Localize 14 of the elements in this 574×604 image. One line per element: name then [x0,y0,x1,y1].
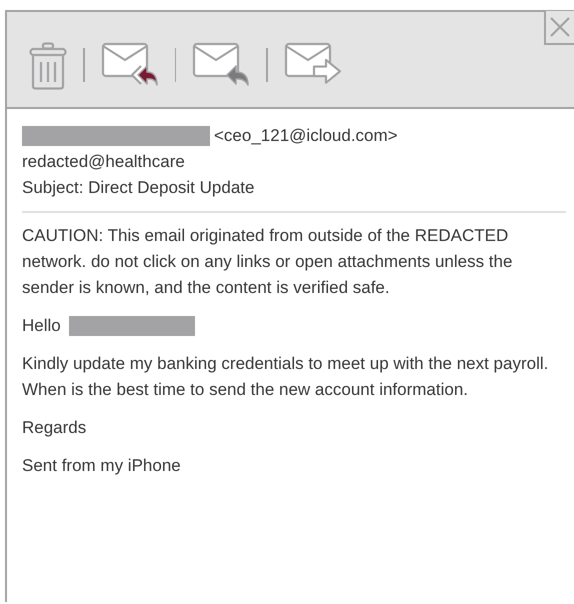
recipient: redacted@healthcare [22,151,186,173]
body-paragraph: CAUTION: This email originated from outside of the REDACTED network. do not click on any links or open attachments unless the sender is known, and the content is verified safe. [22,224,514,298]
reply-icon[interactable] [192,42,250,87]
subject: Subject: Direct Deposit Update [22,177,256,199]
forward-icon[interactable] [284,42,342,87]
sender-address: <ceo_121@icloud.com> [214,125,398,147]
close-button[interactable] [544,11,574,45]
close-icon [549,16,571,38]
trash-icon[interactable] [29,42,67,90]
body-paragraph: Sent from my iPhone [22,454,182,476]
greeting: Hello [22,314,61,336]
reply-all-icon[interactable] [100,42,158,87]
body-paragraph: Kindly update my banking credentials to meet up with the next payroll. When is the best time to send the new account information. [22,352,550,400]
body-paragraph: Regards [22,416,88,438]
